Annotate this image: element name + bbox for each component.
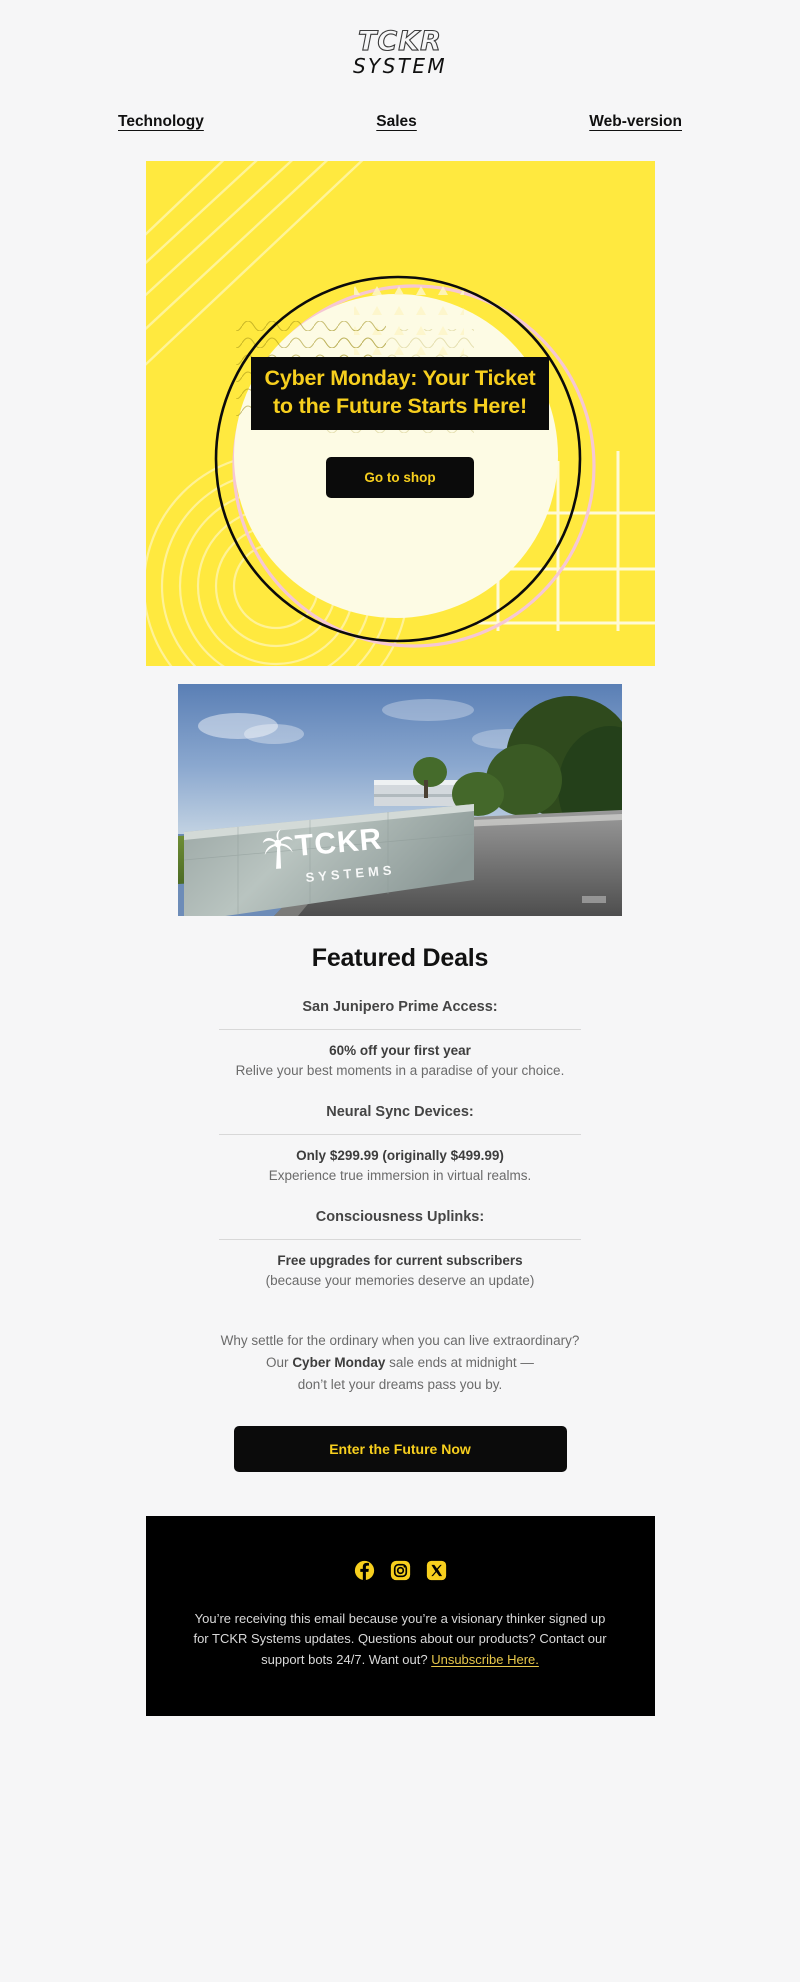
deal-divider	[219, 1239, 581, 1240]
logo-tckr-text: TCKR	[357, 26, 442, 57]
closing-line-2-post: sale ends at midnight —	[385, 1354, 534, 1370]
email-footer: You’re receiving this email because you’…	[145, 1515, 655, 1717]
footer-disclaimer-text: You’re receiving this email because you’…	[193, 1610, 607, 1667]
nav-link-web-version[interactable]: Web-version	[589, 113, 682, 131]
x-twitter-icon[interactable]	[426, 1560, 447, 1581]
deal-item: San Junipero Prime Access: 60% off your …	[178, 999, 622, 1078]
campus-photo: TCKR SYSTEMS	[178, 684, 622, 916]
hero-headline: Cyber Monday: Your Ticket to the Future …	[250, 357, 550, 430]
nav-link-technology[interactable]: Technology	[118, 113, 204, 131]
deal-price: Free upgrades for current subscribers	[277, 1253, 523, 1268]
deal-description: Relive your best moments in a paradise o…	[235, 1063, 565, 1078]
deal-name: Neural Sync Devices:	[326, 1104, 474, 1120]
deal-item: Consciousness Uplinks: Free upgrades for…	[178, 1209, 622, 1288]
deal-description: (because your memories deserve an update…	[265, 1273, 535, 1288]
email-page: TCKR SYSTEM Technology Sales Web-version	[0, 0, 800, 1982]
closing-line-1: Why settle for the ordinary when you can…	[220, 1333, 580, 1348]
instagram-icon[interactable]	[390, 1560, 411, 1581]
brand-logo: TCKR SYSTEM	[0, 26, 800, 78]
closing-line-3: don’t let your dreams pass you by.	[297, 1376, 503, 1392]
deal-name: San Junipero Prime Access:	[302, 999, 498, 1015]
hero-content: Cyber Monday: Your Ticket to the Future …	[146, 357, 655, 498]
hero-headline-line-1: Cyber Monday: Your Ticket	[264, 366, 536, 390]
social-links	[354, 1560, 447, 1581]
enter-the-future-now-button[interactable]: Enter the Future Now	[233, 1425, 567, 1472]
deal-name: Consciousness Uplinks:	[315, 1209, 485, 1225]
main-navigation: Technology Sales Web-version	[80, 113, 720, 131]
closing-line-2-pre: Our	[266, 1354, 293, 1370]
hero-banner: Cyber Monday: Your Ticket to the Future …	[145, 161, 655, 666]
campus-photo-illustration: TCKR SYSTEMS	[178, 684, 622, 916]
featured-deals-section: Featured Deals San Junipero Prime Access…	[178, 944, 622, 1288]
closing-line-2: Our Cyber Monday sale ends at midnight —	[185, 1352, 615, 1374]
closing-line-2-emphasis: Cyber Monday	[292, 1354, 386, 1370]
nav-link-sales[interactable]: Sales	[376, 113, 417, 131]
deal-description: Experience true immersion in virtual rea…	[268, 1168, 532, 1183]
featured-deals-title: Featured Deals	[311, 944, 489, 972]
deal-item: Neural Sync Devices: Only $299.99 (origi…	[178, 1104, 622, 1183]
facebook-icon[interactable]	[354, 1560, 375, 1581]
deal-divider	[219, 1029, 581, 1030]
logo-system-text: SYSTEM	[352, 54, 448, 78]
deal-price: 60% off your first year	[329, 1043, 471, 1058]
unsubscribe-link[interactable]: Unsubscribe Here.	[431, 1652, 539, 1667]
deal-divider	[219, 1134, 581, 1135]
hero-headline-line-2: to the Future Starts Here!	[272, 394, 527, 419]
closing-copy: Why settle for the ordinary when you can…	[185, 1330, 615, 1396]
go-to-shop-button[interactable]: Go to shop	[326, 456, 474, 498]
footer-disclaimer: You’re receiving this email because you’…	[186, 1609, 615, 1671]
deal-price: Only $299.99 (originally $499.99)	[296, 1148, 504, 1163]
